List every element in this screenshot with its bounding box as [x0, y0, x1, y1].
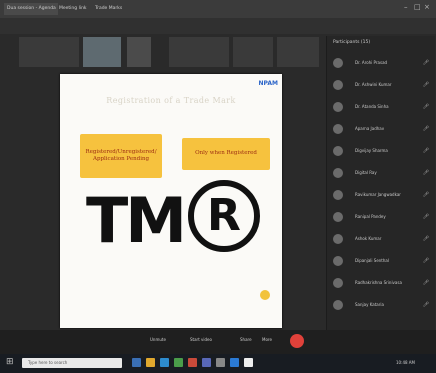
participant-tile[interactable] [168, 36, 230, 68]
browser-tab[interactable]: Meeting link [56, 3, 94, 15]
app-icon[interactable] [202, 358, 211, 367]
participant-row[interactable]: Digital Ray 🎤︎ [333, 166, 431, 180]
app-icon[interactable] [174, 358, 183, 367]
slide-next-button[interactable] [260, 290, 270, 300]
task-view-icon[interactable] [132, 358, 141, 367]
microphone-icon: 🎤︎ [422, 302, 429, 308]
file-explorer-icon[interactable] [146, 358, 155, 367]
shared-screen-slide: NPAM Registration of a Trade Mark Regist… [60, 74, 282, 328]
video-tile-strip [18, 36, 320, 68]
meeting-header [0, 18, 436, 34]
maximize-icon[interactable]: □ [414, 3, 421, 11]
participant-name: Ashok Kumar [355, 236, 382, 241]
close-icon[interactable]: × [424, 3, 430, 11]
participant-name: Digital Ray [355, 170, 377, 175]
meeting-controls: Unmute Start video Share More [0, 330, 436, 354]
participant-name: Ranipal Pandey [355, 214, 386, 219]
participants-panel: Participants (15) Dr. Arohi Prasad 🎤︎ Dr. … [326, 36, 435, 330]
participant-row[interactable]: Dr. Atanda Sinha 🎤︎ [333, 100, 431, 114]
windows-start-icon[interactable]: ⊞ [6, 358, 14, 367]
avatar [333, 146, 343, 156]
microphone-icon: 🎤︎ [422, 192, 429, 198]
end-call-button[interactable] [290, 334, 304, 348]
participant-row[interactable]: Aparna Jadhav 🎤︎ [333, 122, 431, 136]
video-button[interactable]: Start video [190, 337, 212, 342]
participant-tile[interactable] [126, 36, 152, 68]
app-icon[interactable] [216, 358, 225, 367]
participant-name: Digvijay Sharma [355, 148, 388, 153]
avatar [333, 102, 343, 112]
avatar [333, 212, 343, 222]
browser-tab[interactable]: Trade Marks [92, 3, 138, 15]
status-box-right: Only when Registered [182, 138, 270, 170]
app-icon[interactable] [188, 358, 197, 367]
more-button[interactable]: More [262, 337, 272, 342]
slide-logo: NPAM [258, 80, 278, 87]
participant-row[interactable]: Ashok Kumar 🎤︎ [333, 232, 431, 246]
avatar [333, 234, 343, 244]
microphone-icon: 🎤︎ [422, 60, 429, 66]
participant-tile[interactable] [232, 36, 274, 68]
microphone-icon: 🎤︎ [422, 258, 429, 264]
share-button[interactable]: Share [240, 337, 252, 342]
participants-heading: Participants (15) [333, 40, 370, 45]
registered-symbol: R [188, 180, 260, 252]
avatar [333, 300, 343, 310]
participants-title: Participants [333, 40, 360, 45]
browser-tab[interactable]: Dua session - Agenda [4, 3, 58, 15]
participant-name: Dipanjali Senthal [355, 258, 389, 263]
microphone-icon: 🎤︎ [422, 126, 429, 132]
participant-tile[interactable] [276, 36, 320, 68]
participant-name: Dr. Ashwini Kumar [355, 82, 392, 87]
app-icon[interactable] [244, 358, 253, 367]
participants-count: (15) [360, 40, 371, 45]
participant-name: Sanjay Kataria [355, 302, 384, 307]
microphone-icon: 🎤︎ [422, 280, 429, 286]
participant-row[interactable]: Ravikumar Jangwadkar 🎤︎ [333, 188, 431, 202]
avatar [333, 80, 343, 90]
participant-row[interactable]: Radhakrishna Srinivasa 🎤︎ [333, 276, 431, 290]
registered-letter: R [207, 190, 241, 241]
mute-button[interactable]: Unmute [150, 337, 166, 342]
participant-tile[interactable] [18, 36, 80, 68]
participant-row[interactable]: Digvijay Sharma 🎤︎ [333, 144, 431, 158]
microphone-icon: 🎤︎ [422, 170, 429, 176]
avatar [333, 256, 343, 266]
taskbar-clock[interactable]: 10:48 AM [396, 360, 415, 365]
microphone-icon: 🎤︎ [422, 82, 429, 88]
avatar [333, 278, 343, 288]
browser-tab-bar: Dua session - Agenda Meeting link Trade … [0, 0, 436, 19]
browser-icon[interactable] [160, 358, 169, 367]
microphone-icon: 🎤︎ [422, 148, 429, 154]
microphone-icon: 🎤︎ [422, 236, 429, 242]
microphone-icon: 🎤︎ [422, 104, 429, 110]
trademark-symbol: TM [86, 184, 187, 257]
slide-title: Registration of a Trade Mark [106, 96, 236, 105]
avatar [333, 58, 343, 68]
avatar [333, 190, 343, 200]
participant-row[interactable]: Ranipal Pandey 🎤︎ [333, 210, 431, 224]
microphone-icon: 🎤︎ [422, 214, 429, 220]
participant-row[interactable]: Sanjay Kataria 🎤︎ [333, 298, 431, 312]
participant-name: Ravikumar Jangwadkar [355, 192, 401, 197]
participant-row[interactable]: Dipanjali Senthal 🎤︎ [333, 254, 431, 268]
participant-row[interactable]: Dr. Arohi Prasad 🎤︎ [333, 56, 431, 70]
participant-name: Dr. Arohi Prasad [355, 60, 388, 65]
status-box-left: Registered/Unregistered/ Application Pen… [80, 134, 162, 178]
taskbar-search[interactable]: Type here to search [22, 358, 122, 368]
participant-video-tile[interactable] [82, 36, 122, 68]
minimize-icon[interactable]: – [404, 3, 408, 11]
participant-name: Dr. Atanda Sinha [355, 104, 389, 109]
avatar [333, 168, 343, 178]
participant-name: Aparna Jadhav [355, 126, 385, 131]
participant-row[interactable]: Dr. Ashwini Kumar 🎤︎ [333, 78, 431, 92]
windows-taskbar: ⊞ Type here to search 10:48 AM [0, 354, 436, 373]
avatar [333, 124, 343, 134]
participant-name: Radhakrishna Srinivasa [355, 280, 402, 285]
app-icon[interactable] [230, 358, 239, 367]
